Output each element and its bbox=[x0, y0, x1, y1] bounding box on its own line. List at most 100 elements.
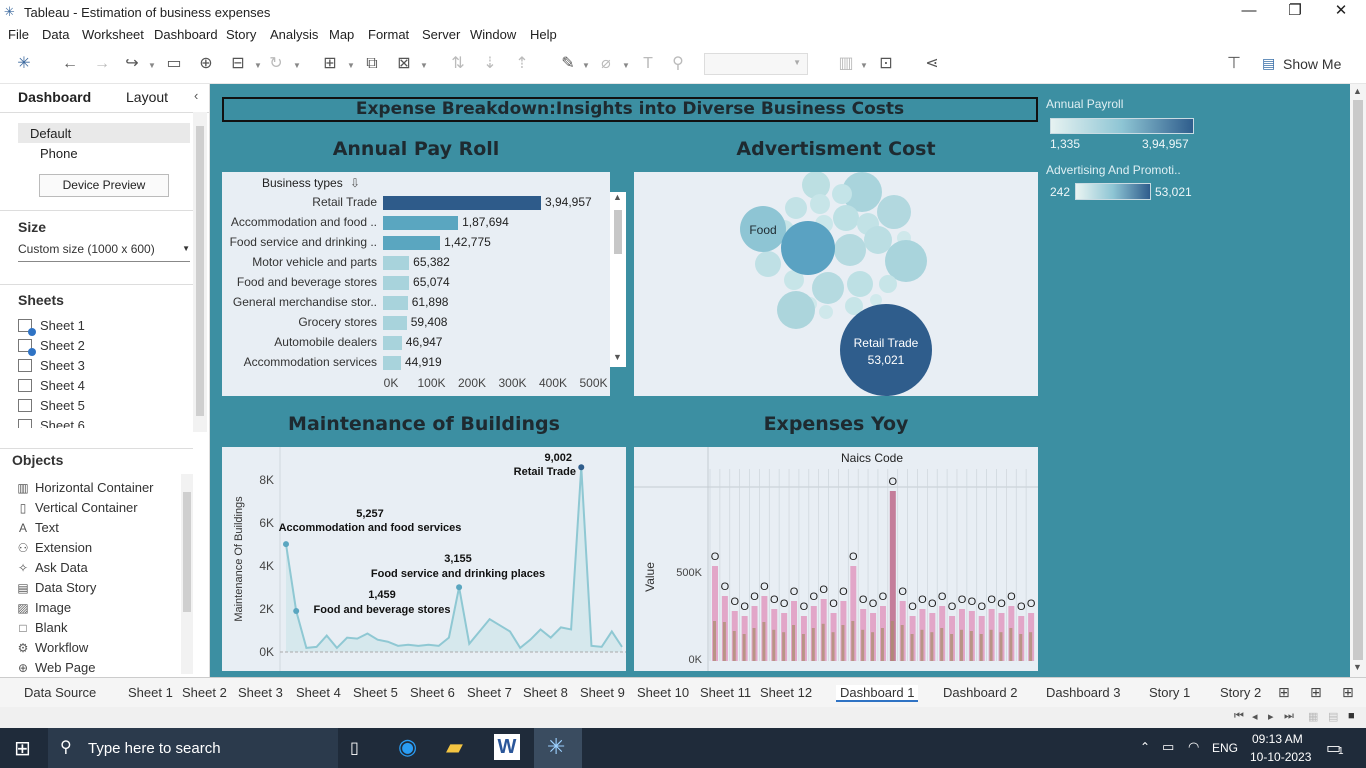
label-icon[interactable]: T bbox=[638, 54, 658, 74]
edge-icon[interactable]: ◉ bbox=[398, 734, 417, 760]
data-source-tab[interactable]: Data Source bbox=[24, 685, 96, 700]
sheet-tab[interactable]: Sheet 9 bbox=[580, 685, 625, 700]
show-filmstrip-icon[interactable]: ▦ bbox=[1308, 710, 1318, 723]
show-tabs-icon[interactable]: ■ bbox=[1348, 710, 1355, 722]
sheet-tab[interactable]: Sheet 5 bbox=[353, 685, 398, 700]
size-dropdown[interactable]: Custom size (1000 x 600) ▼ bbox=[18, 242, 190, 262]
sheet-item[interactable]: Sheet 3 bbox=[18, 358, 85, 376]
word-icon[interactable]: W bbox=[494, 734, 520, 760]
battery-icon[interactable]: ▭ bbox=[1162, 739, 1174, 755]
menu-file[interactable]: File bbox=[8, 27, 29, 42]
sheet-tab[interactable]: Story 1 bbox=[1149, 685, 1190, 700]
bar[interactable] bbox=[383, 236, 441, 250]
swap-icon[interactable]: ⇅ bbox=[448, 54, 468, 74]
wifi-icon[interactable]: ◠ bbox=[1188, 739, 1199, 755]
object-item[interactable]: ⊕ Web Page bbox=[16, 660, 96, 675]
duplicate-sheet-icon[interactable]: ⧉ bbox=[362, 54, 382, 74]
object-item[interactable]: ⚙ Workflow bbox=[16, 640, 89, 655]
bar-category-label[interactable]: General merchandise stor.. bbox=[222, 295, 377, 309]
bubble-chart[interactable]: Food Retail Trade 53,021 bbox=[634, 172, 1038, 396]
restore-button[interactable]: ❐ bbox=[1272, 0, 1318, 24]
refresh-icon[interactable]: ↻ bbox=[266, 54, 286, 74]
device-phone[interactable]: Phone bbox=[40, 146, 78, 161]
object-item[interactable]: ⚇ Extension bbox=[16, 540, 92, 555]
menu-window[interactable]: Window bbox=[470, 27, 516, 42]
clear-sheet-icon[interactable]: ⊠ bbox=[394, 54, 414, 74]
replay-icon[interactable]: ↪ bbox=[122, 54, 142, 74]
language-indicator[interactable]: ENG bbox=[1212, 741, 1238, 755]
sheet-tab[interactable]: Sheet 7 bbox=[467, 685, 512, 700]
bar-category-label[interactable]: Motor vehicle and parts bbox=[222, 255, 377, 269]
objects-scrollbar[interactable] bbox=[181, 474, 193, 674]
tray-chevron-icon[interactable]: ⌃ bbox=[1140, 740, 1150, 754]
new-worksheet-icon[interactable]: ⊞ bbox=[320, 54, 340, 74]
new-dashboard-tab-icon[interactable]: ⊞ bbox=[1310, 684, 1322, 701]
object-item[interactable]: ▤ Data Story bbox=[16, 580, 96, 595]
business-types-header[interactable]: Business types bbox=[262, 176, 343, 190]
show-me-icon[interactable]: ▤ bbox=[1262, 55, 1275, 72]
file-explorer-icon[interactable]: ▰ bbox=[446, 734, 463, 760]
sheet-tab[interactable]: Sheet 3 bbox=[238, 685, 283, 700]
sheet-item[interactable]: Sheet 2 bbox=[18, 338, 85, 356]
sheet-tab[interactable]: Dashboard 3 bbox=[1046, 685, 1120, 700]
yoy-chart[interactable]: Naics Code Value 500K 0K OOO OOOO OOOOOOOO… bbox=[634, 447, 1038, 671]
object-item[interactable]: ▯ Vertical Container bbox=[16, 500, 138, 515]
bar-category-label[interactable]: Food service and drinking .. bbox=[222, 235, 377, 249]
sheet-tab[interactable]: Sheet 11 bbox=[700, 685, 751, 700]
group-icon[interactable]: ⌀ bbox=[596, 54, 616, 74]
device-preview-button[interactable]: Device Preview bbox=[39, 174, 169, 197]
new-datasource-icon[interactable]: ⊕ bbox=[196, 54, 216, 74]
nav-first-icon[interactable]: ⏮ bbox=[1234, 710, 1244, 723]
bar[interactable] bbox=[383, 256, 410, 270]
redo-icon[interactable]: → bbox=[92, 54, 112, 74]
sheet-tab[interactable]: Sheet 8 bbox=[523, 685, 568, 700]
menu-dashboard[interactable]: Dashboard bbox=[154, 27, 218, 42]
sort-desc-icon[interactable]: ⇡ bbox=[512, 54, 532, 74]
advert-legend-gradient[interactable] bbox=[1075, 183, 1151, 200]
sheet-tab[interactable]: Sheet 1 bbox=[128, 685, 173, 700]
menu-story[interactable]: Story bbox=[226, 27, 256, 42]
sheet-item[interactable]: Sheet 1 bbox=[18, 318, 85, 336]
nav-prev-icon[interactable]: ◂ bbox=[1252, 710, 1258, 723]
tableau-taskbar-button[interactable]: ✳ bbox=[534, 728, 582, 768]
bar-category-label[interactable]: Accommodation services bbox=[222, 355, 377, 369]
tab-dashboard[interactable]: Dashboard bbox=[18, 89, 91, 105]
menu-server[interactable]: Server bbox=[422, 27, 460, 42]
bar-category-label[interactable]: Food and beverage stores bbox=[222, 275, 377, 289]
bar[interactable] bbox=[383, 336, 402, 350]
sheet-tab[interactable]: Dashboard 2 bbox=[943, 685, 1017, 700]
close-button[interactable]: ✕ bbox=[1318, 0, 1364, 24]
bar[interactable] bbox=[383, 196, 541, 210]
bar-category-label[interactable]: Accommodation and food .. bbox=[222, 215, 377, 229]
presentation-icon[interactable]: ⊡ bbox=[876, 54, 896, 74]
bar-category-label[interactable]: Automobile dealers bbox=[222, 335, 377, 349]
bar[interactable] bbox=[383, 296, 408, 310]
object-item[interactable]: □ Blank bbox=[16, 620, 67, 635]
menu-data[interactable]: Data bbox=[42, 27, 69, 42]
pause-updates-icon[interactable]: ⊟ bbox=[228, 54, 248, 74]
menu-worksheet[interactable]: Worksheet bbox=[82, 27, 144, 42]
sheet-tab[interactable]: Sheet 4 bbox=[296, 685, 341, 700]
windows-start-icon[interactable]: ⊞ bbox=[14, 736, 31, 761]
show-sorter-icon[interactable]: ▤ bbox=[1328, 710, 1338, 723]
bar[interactable] bbox=[383, 276, 410, 290]
scrollbar[interactable] bbox=[193, 112, 207, 432]
show-me-button[interactable]: Show Me bbox=[1283, 56, 1341, 72]
sheet-tab[interactable]: Dashboard 1 bbox=[836, 685, 919, 702]
payroll-scrollbar[interactable]: ▲ ▼ bbox=[610, 192, 626, 367]
tab-layout[interactable]: Layout bbox=[126, 89, 168, 105]
yoy-panel[interactable]: Naics Code Value 500K 0K OOOOOOOOOOOOOOO… bbox=[634, 447, 1038, 671]
object-item[interactable]: ▨ Image bbox=[16, 600, 71, 615]
bar-category-label[interactable]: Grocery stores bbox=[222, 315, 377, 329]
payroll-legend-gradient[interactable] bbox=[1050, 118, 1194, 134]
pin-icon[interactable]: ⚲ bbox=[668, 54, 688, 74]
sheet-item[interactable]: Sheet 6 bbox=[18, 418, 85, 428]
search-box[interactable]: ⚲ Type here to search bbox=[48, 728, 338, 768]
menu-help[interactable]: Help bbox=[530, 27, 557, 42]
bar-category-label[interactable]: Retail Trade bbox=[222, 195, 377, 209]
object-item[interactable]: ✧ Ask Data bbox=[16, 560, 88, 575]
object-item[interactable]: A Text bbox=[16, 520, 59, 535]
sheet-tab[interactable]: Sheet 10 bbox=[637, 685, 689, 700]
fit-dropdown[interactable]: ▼ bbox=[704, 53, 808, 75]
minimize-button[interactable]: — bbox=[1226, 0, 1272, 24]
